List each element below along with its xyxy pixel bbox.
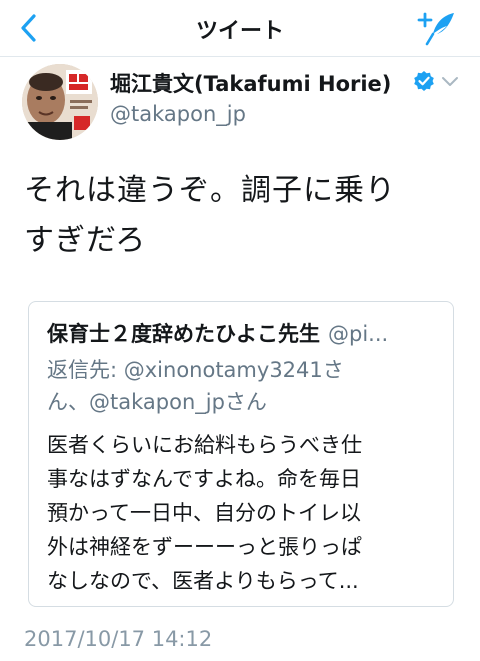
avatar-image [22,64,98,140]
tweet-text-line: それは違うぞ。調子に乗り [24,173,396,208]
quoted-reply-to: 返信先: @xinonotamy3241さ ん、@takapon_jpさん [47,354,437,418]
tweet-text: それは違うぞ。調子に乗り すぎだろ [24,166,464,266]
tweet-text-line: すぎだろ [24,223,147,258]
quoted-text-line: 預かって一日中、自分のトイレ以 [47,501,361,525]
quoted-tweet-text: 医者くらいにお給料もらうべき仕 事なはずなんですよね。命を毎日 預かって一日中、… [47,428,439,598]
quoted-text-line: 事なはずなんですよね。命を毎日 [47,467,361,491]
compose-tweet-icon [417,12,454,46]
tweet-timestamp: 2017/10/17 14:12 [24,627,213,651]
navbar-divider [0,56,480,57]
quoted-text-line: 外は神経をずーーーっと張りっぱ [47,535,362,559]
chevron-left-icon [21,14,36,42]
quoted-text-line: なしなので、医者よりもらって... [47,569,359,593]
author-handle[interactable]: @takapon_jp [110,102,246,126]
reply-to-line: ん、@takapon_jpさん [47,390,267,414]
page-title: ツイート [195,19,284,44]
compose-tweet-button[interactable] [416,8,460,48]
chevron-down-icon [442,77,458,86]
navigation-bar: ツイート [0,0,480,56]
quoted-tweet-author: 保育士２度辞めたひよこ先生 @pi... [47,318,437,348]
quoted-text-line: 医者くらいにお給料もらうべき仕 [47,433,362,457]
quoted-tweet-card[interactable]: 保育士２度辞めたひよこ先生 @pi... 返信先: @xinonotamy3241… [28,301,454,607]
verified-badge-icon [414,71,434,91]
author-name[interactable]: 堀江貴文(Takafumi Horie) [110,68,391,98]
tweet-menu-button[interactable] [440,74,460,90]
reply-to-line: 返信先: @xinonotamy3241さ [47,358,344,382]
quoted-author-name: 保育士２度辞めたひよこ先生 [47,322,320,346]
author-avatar[interactable] [22,64,98,140]
quoted-author-handle: @pi... [328,322,389,346]
back-button[interactable] [14,10,46,46]
